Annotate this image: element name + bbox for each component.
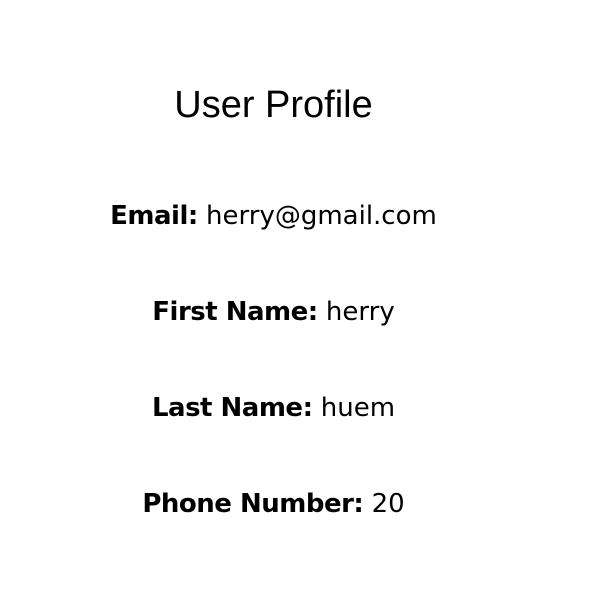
phone-number-row: Phone Number: 20	[0, 488, 547, 520]
last-name-row: Last Name: huem	[0, 392, 547, 424]
first-name-label: First Name:	[152, 297, 318, 327]
first-name-row: First Name: herry	[0, 296, 547, 328]
last-name-label: Last Name:	[151, 393, 313, 423]
email-row: Email: herry@gmail.com	[0, 200, 547, 232]
last-name-value: huem	[320, 393, 396, 423]
phone-number-label: Phone Number:	[142, 489, 364, 519]
first-name-value: herry	[325, 297, 395, 327]
email-value: herry@gmail.com	[206, 201, 437, 231]
user-profile-card: User Profile Email: herry@gmail.com Firs…	[0, 0, 547, 596]
phone-number-value: 20	[371, 489, 405, 519]
email-label: Email:	[110, 201, 198, 231]
page-title: User Profile	[174, 84, 373, 126]
